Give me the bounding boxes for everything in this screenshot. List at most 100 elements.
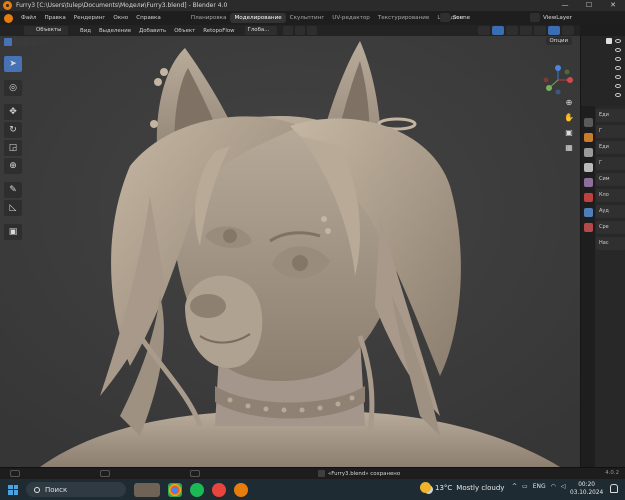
property-section[interactable]: Нас <box>596 237 625 250</box>
taskbar-search[interactable]: Поиск <box>26 482 126 497</box>
menu-select[interactable]: Выделение <box>95 28 135 34</box>
tab-sculpting[interactable]: Скульптинг <box>286 13 329 23</box>
outliner-row[interactable] <box>581 63 625 72</box>
blender-taskbar-icon[interactable] <box>234 482 248 497</box>
select-invert-icon[interactable] <box>31 38 39 46</box>
y-axis-icon[interactable] <box>546 85 552 91</box>
solid-shading-icon[interactable] <box>548 26 560 35</box>
output-tab-icon[interactable] <box>583 148 593 157</box>
notification-bell-icon[interactable] <box>610 484 618 493</box>
wifi-icon[interactable]: ◠ <box>551 483 556 490</box>
menu-file[interactable]: Файл <box>17 15 40 21</box>
select-intersect-icon[interactable] <box>40 38 48 46</box>
close-button[interactable]: ✕ <box>601 0 625 11</box>
z-axis-icon[interactable] <box>555 65 561 71</box>
view-layer-tab-icon[interactable] <box>583 163 593 172</box>
options-dropdown[interactable]: Опции <box>545 37 572 45</box>
eye-icon[interactable] <box>615 65 621 70</box>
tab-texture-paint[interactable]: Текстурирование <box>374 13 434 23</box>
scale-tool-icon[interactable]: ◲ <box>4 140 22 156</box>
eye-icon[interactable] <box>615 38 621 43</box>
chrome-icon[interactable] <box>168 482 182 497</box>
outliner-row[interactable] <box>581 72 625 81</box>
tab-uv-editing[interactable]: UV-редактор <box>328 13 374 23</box>
overlay-icon[interactable] <box>506 26 518 35</box>
transform-orientation-dropdown[interactable]: Глоба... <box>244 26 277 35</box>
tool-tab-icon[interactable] <box>583 118 593 127</box>
texture-tab-icon[interactable] <box>583 223 593 232</box>
property-section[interactable]: Еди <box>596 109 625 122</box>
select-new-icon[interactable] <box>4 38 12 46</box>
navigation-gizmo[interactable] <box>540 62 576 98</box>
eye-icon[interactable] <box>615 83 621 88</box>
camera-icon[interactable]: ▣ <box>563 126 575 138</box>
menu-window[interactable]: Окно <box>109 15 132 21</box>
outliner-row[interactable] <box>581 54 625 63</box>
add-cube-tool-icon[interactable]: ▣ <box>4 224 22 240</box>
3d-viewport[interactable] <box>0 36 580 467</box>
eye-icon[interactable] <box>615 92 621 97</box>
world-tab-icon[interactable] <box>583 193 593 202</box>
property-section[interactable]: Сре <box>596 221 625 234</box>
scene-tab-icon[interactable] <box>583 178 593 187</box>
minimize-button[interactable]: — <box>553 0 577 11</box>
property-section[interactable]: Еди <box>596 141 625 154</box>
xray-icon[interactable] <box>520 26 532 35</box>
visibility-icon[interactable] <box>478 26 490 35</box>
task-view-thumbnail-icon[interactable] <box>134 482 160 497</box>
eye-icon[interactable] <box>615 47 621 52</box>
menu-view[interactable]: Вид <box>76 28 95 34</box>
rotate-tool-icon[interactable]: ↻ <box>4 122 22 138</box>
transform-tool-icon[interactable]: ⊕ <box>4 158 22 174</box>
eye-icon[interactable] <box>615 74 621 79</box>
language-indicator[interactable]: ENG <box>533 483 546 490</box>
maximize-button[interactable]: ☐ <box>577 0 601 11</box>
menu-render[interactable]: Рендеринг <box>70 15 110 21</box>
material-shading-icon[interactable] <box>562 26 574 35</box>
pan-hand-icon[interactable]: ✋ <box>563 111 575 123</box>
collection-tab-icon[interactable] <box>583 208 593 217</box>
select-tool-icon[interactable]: ➤ <box>4 56 22 72</box>
checkbox-icon[interactable] <box>606 37 612 44</box>
property-section[interactable]: Кло <box>596 189 625 202</box>
outliner-row[interactable] <box>581 45 625 54</box>
proportional-edit-icon[interactable] <box>306 26 317 35</box>
outliner-row[interactable] <box>581 36 625 45</box>
wireframe-shading-icon[interactable] <box>534 26 546 35</box>
property-section[interactable]: Ауд <box>596 205 625 218</box>
tray-chevron-icon[interactable]: ^ <box>512 483 517 490</box>
menu-add[interactable]: Добавить <box>135 28 170 34</box>
render-tab-icon[interactable] <box>583 133 593 142</box>
menu-help[interactable]: Справка <box>132 15 165 21</box>
menu-retopoflow[interactable]: RetopoFlow <box>199 28 238 34</box>
select-subtract-icon[interactable] <box>22 38 30 46</box>
cursor-tool-icon[interactable]: ◎ <box>4 80 22 96</box>
zoom-icon[interactable]: ⊕ <box>563 96 575 108</box>
annotate-tool-icon[interactable]: ✎ <box>4 182 22 198</box>
pivot-icon[interactable] <box>282 26 293 35</box>
object-mode-dropdown[interactable]: Объекты <box>24 26 68 35</box>
grid-perspective-icon[interactable]: ▦ <box>563 141 575 153</box>
outliner-row[interactable] <box>581 90 625 99</box>
network-icon[interactable]: ▭ <box>522 483 528 490</box>
gizmo-toggle-icon[interactable] <box>492 26 504 35</box>
media-player-icon[interactable] <box>212 482 226 497</box>
tab-modeling[interactable]: Моделирование <box>230 13 286 23</box>
tab-layout[interactable]: Планировка <box>187 13 231 23</box>
select-extend-icon[interactable] <box>13 38 21 46</box>
x-axis-icon[interactable] <box>567 77 573 83</box>
outliner-row[interactable] <box>581 81 625 90</box>
windows-start-icon[interactable] <box>8 484 18 495</box>
eye-icon[interactable] <box>615 56 621 61</box>
move-tool-icon[interactable]: ✥ <box>4 104 22 120</box>
menu-edit[interactable]: Правка <box>40 15 69 21</box>
property-section[interactable]: Сим <box>596 173 625 186</box>
blender-menu-icon[interactable] <box>4 13 13 23</box>
volume-icon[interactable]: ◁ <box>561 483 566 490</box>
spotify-icon[interactable] <box>190 482 204 497</box>
measure-tool-icon[interactable]: ◺ <box>4 200 22 216</box>
weather-widget[interactable]: 13°C Mostly cloudy <box>420 482 504 493</box>
snap-icon[interactable] <box>294 26 305 35</box>
property-section[interactable]: Г <box>596 157 625 170</box>
menu-object[interactable]: Объект <box>170 28 199 34</box>
